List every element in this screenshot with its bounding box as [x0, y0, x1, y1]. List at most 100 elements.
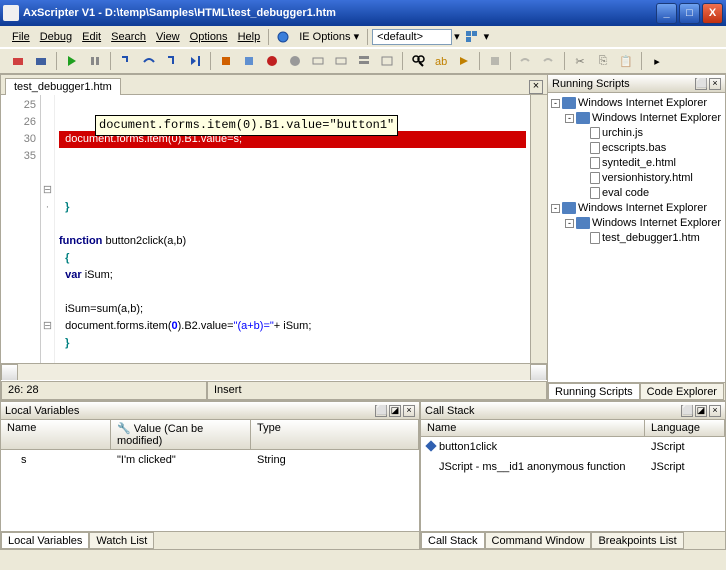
- status-position: 26: 28: [1, 381, 207, 400]
- copy-button[interactable]: ⎘: [593, 51, 613, 71]
- panel-close-button[interactable]: ×: [709, 405, 721, 417]
- tab-breakpoints[interactable]: Breakpoints List: [591, 532, 683, 549]
- ie-icon: [576, 217, 590, 229]
- document-icon: [590, 157, 600, 169]
- locals-button[interactable]: [331, 51, 351, 71]
- scroll-left-button[interactable]: [1, 364, 18, 381]
- scroll-right-button[interactable]: [530, 364, 547, 381]
- clear-breakpoints-button[interactable]: [285, 51, 305, 71]
- run-button[interactable]: [62, 51, 82, 71]
- callstack-button[interactable]: [354, 51, 374, 71]
- default-combo[interactable]: <default>: [372, 29, 452, 45]
- tab-close-button[interactable]: ×: [529, 80, 543, 94]
- toolbar-separator: [479, 52, 480, 70]
- code-editor[interactable]: document.forms.item(0).B1.value=s; docum…: [55, 95, 530, 363]
- panel-pin-button[interactable]: ⬜: [681, 405, 693, 417]
- menu-search[interactable]: Search: [107, 29, 150, 45]
- menu-debug[interactable]: Debug: [36, 29, 76, 45]
- tab-call-stack[interactable]: Call Stack: [421, 532, 485, 549]
- tab-watch-list[interactable]: Watch List: [89, 532, 154, 549]
- callstack-grid[interactable]: Name Language button1clickJScriptJScript…: [421, 420, 725, 531]
- menu-file[interactable]: File: [8, 29, 34, 45]
- menu-ie-options[interactable]: IE Options ▾: [295, 28, 363, 45]
- col-type[interactable]: Type: [251, 420, 419, 449]
- step-into-button[interactable]: [116, 51, 136, 71]
- col-value[interactable]: 🔧 Value (Can be modified): [111, 420, 251, 449]
- breakpoint-button[interactable]: [262, 51, 282, 71]
- menu-separator: [367, 29, 368, 45]
- overflow-button[interactable]: ▸: [647, 51, 667, 71]
- tree-node[interactable]: versionhistory.html: [551, 171, 722, 186]
- toolbar-separator: [641, 52, 642, 70]
- tree-node[interactable]: urchin.js: [551, 126, 722, 141]
- tree-node[interactable]: -Windows Internet Explorer: [551, 216, 722, 231]
- panel-pin-button[interactable]: ⬜: [695, 78, 707, 90]
- redo-button[interactable]: [539, 51, 559, 71]
- stop-button[interactable]: [485, 51, 505, 71]
- panel-max-button[interactable]: ◪: [389, 405, 401, 417]
- replace-button[interactable]: ab: [431, 51, 451, 71]
- step-over-button[interactable]: [139, 51, 159, 71]
- document-icon: [590, 172, 600, 184]
- menu-help[interactable]: Help: [234, 29, 265, 45]
- col-name[interactable]: Name: [1, 420, 111, 449]
- ie-icon: [562, 97, 576, 109]
- locals-grid[interactable]: Name 🔧 Value (Can be modified) Type s "I…: [1, 420, 419, 531]
- col-name[interactable]: Name: [421, 420, 645, 436]
- undo-button[interactable]: [516, 51, 536, 71]
- pause-button[interactable]: [85, 51, 105, 71]
- panel-max-button[interactable]: ◪: [695, 405, 707, 417]
- paste-button[interactable]: 📋: [616, 51, 636, 71]
- output-button[interactable]: [377, 51, 397, 71]
- tree-node[interactable]: -Windows Internet Explorer: [551, 96, 722, 111]
- fold-gutter[interactable]: ⊟· ⊟: [41, 95, 55, 363]
- callstack-row[interactable]: button1clickJScript: [421, 437, 725, 457]
- tree-node[interactable]: ecscripts.bas: [551, 141, 722, 156]
- find-button[interactable]: [408, 51, 428, 71]
- window-title: AxScripter V1 - D:\temp\Samples\HTML\tes…: [23, 7, 656, 19]
- toolbar-separator: [402, 52, 403, 70]
- tree-node[interactable]: syntedit_e.html: [551, 156, 722, 171]
- watch-button[interactable]: [308, 51, 328, 71]
- step-into-button2[interactable]: [216, 51, 236, 71]
- col-language[interactable]: Language: [645, 420, 725, 436]
- scroll-track[interactable]: [18, 364, 530, 380]
- vertical-scrollbar[interactable]: [530, 95, 547, 363]
- tab-running-scripts[interactable]: Running Scripts: [548, 383, 640, 400]
- tool-attach-icon[interactable]: [31, 51, 51, 71]
- tab-local-variables[interactable]: Local Variables: [1, 532, 89, 549]
- scripts-tree[interactable]: -Windows Internet Explorer-Windows Inter…: [548, 93, 725, 382]
- run-to-cursor-button[interactable]: [185, 51, 205, 71]
- toolbar-separator: [56, 52, 57, 70]
- menu-separator: [268, 29, 269, 45]
- tab-command-window[interactable]: Command Window: [485, 532, 592, 549]
- horizontal-scrollbar[interactable]: [1, 363, 547, 380]
- close-button[interactable]: X: [702, 3, 723, 24]
- goto-button[interactable]: [454, 51, 474, 71]
- value-tooltip: document.forms.item(0).B1.value="button1…: [95, 115, 398, 136]
- step-out-button[interactable]: [162, 51, 182, 71]
- locals-row[interactable]: s "I'm clicked" String: [1, 450, 419, 470]
- tree-node[interactable]: -Windows Internet Explorer: [551, 111, 722, 126]
- windows-icon[interactable]: [462, 27, 482, 47]
- tree-node[interactable]: test_debugger1.htm: [551, 231, 722, 246]
- toolbar: ab ✂ ⎘ 📋 ▸: [0, 48, 726, 74]
- tool-debug-icon[interactable]: [8, 51, 28, 71]
- step-over-button2[interactable]: [239, 51, 259, 71]
- menu-view[interactable]: View: [152, 29, 184, 45]
- panel-pin-button[interactable]: ⬜: [375, 405, 387, 417]
- panel-close-button[interactable]: ×: [709, 78, 721, 90]
- tab-code-explorer[interactable]: Code Explorer: [640, 383, 724, 400]
- document-icon: [590, 187, 600, 199]
- callstack-row[interactable]: JScript - ms__id1 anonymous functionJScr…: [421, 457, 725, 477]
- maximize-button[interactable]: □: [679, 3, 700, 24]
- tree-node[interactable]: eval code: [551, 186, 722, 201]
- panel-close-button[interactable]: ×: [403, 405, 415, 417]
- cut-button[interactable]: ✂: [570, 51, 590, 71]
- menu-options[interactable]: Options: [186, 29, 232, 45]
- editor-tab[interactable]: test_debugger1.htm: [5, 78, 121, 95]
- tree-node[interactable]: -Windows Internet Explorer: [551, 201, 722, 216]
- menu-edit[interactable]: Edit: [78, 29, 105, 45]
- minimize-button[interactable]: _: [656, 3, 677, 24]
- ie-icon[interactable]: [273, 27, 293, 47]
